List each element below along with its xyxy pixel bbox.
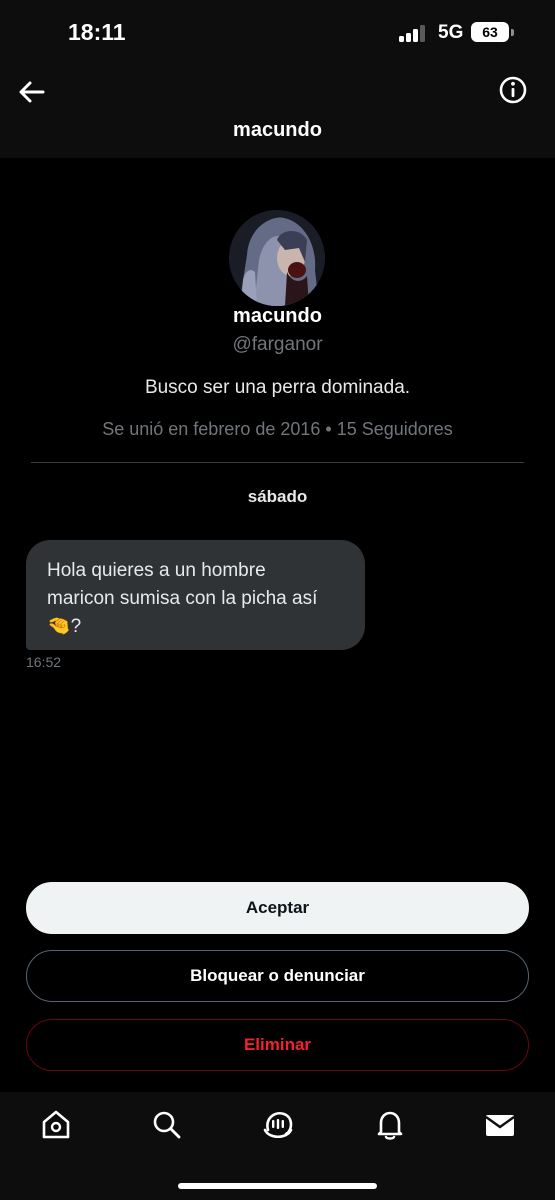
message-line: 🤏?: [47, 613, 345, 641]
profile-avatar[interactable]: [229, 210, 325, 306]
home-icon[interactable]: [39, 1108, 73, 1142]
status-bar: 18:11 5G 63: [0, 0, 555, 64]
message-line: maricon sumisa con la picha así: [47, 588, 318, 609]
message-bubble[interactable]: Hola quieres a un hombre maricon sumisa …: [26, 540, 365, 650]
cellular-signal-icon: [399, 24, 429, 42]
day-separator: sábado: [247, 487, 308, 506]
accept-button[interactable]: Aceptar: [26, 882, 529, 934]
message-suffix: ?: [70, 616, 82, 637]
pinching-hand-emoji: 🤏: [47, 616, 71, 637]
delete-button[interactable]: Eliminar: [26, 1019, 529, 1071]
header-title: macundo: [233, 119, 322, 141]
network-type: 5G: [438, 22, 464, 43]
info-icon[interactable]: [495, 72, 531, 108]
conversation-header: macundo: [0, 64, 555, 158]
back-arrow-icon[interactable]: [14, 74, 50, 110]
search-icon[interactable]: [150, 1108, 184, 1142]
status-time: 18:11: [68, 19, 126, 45]
messages-envelope-icon[interactable]: [483, 1108, 517, 1142]
profile-meta: Se unió en febrero de 2016 • 15 Seguidor…: [102, 419, 453, 439]
notifications-bell-icon[interactable]: [373, 1108, 407, 1142]
grok-icon[interactable]: [261, 1108, 295, 1142]
divider: [31, 462, 524, 463]
message-timestamp: 16:52: [26, 654, 62, 670]
battery-tip: [511, 29, 514, 36]
home-indicator[interactable]: [178, 1183, 377, 1189]
message-line: Hola quieres a un hombre: [47, 560, 266, 581]
block-or-report-button[interactable]: Bloquear o denunciar: [26, 950, 529, 1002]
battery-icon: 63: [471, 22, 509, 42]
profile-handle[interactable]: @farganor: [0, 334, 555, 356]
profile-name[interactable]: macundo: [0, 305, 555, 328]
profile-bio: Busco ser una perra dominada.: [144, 377, 411, 398]
